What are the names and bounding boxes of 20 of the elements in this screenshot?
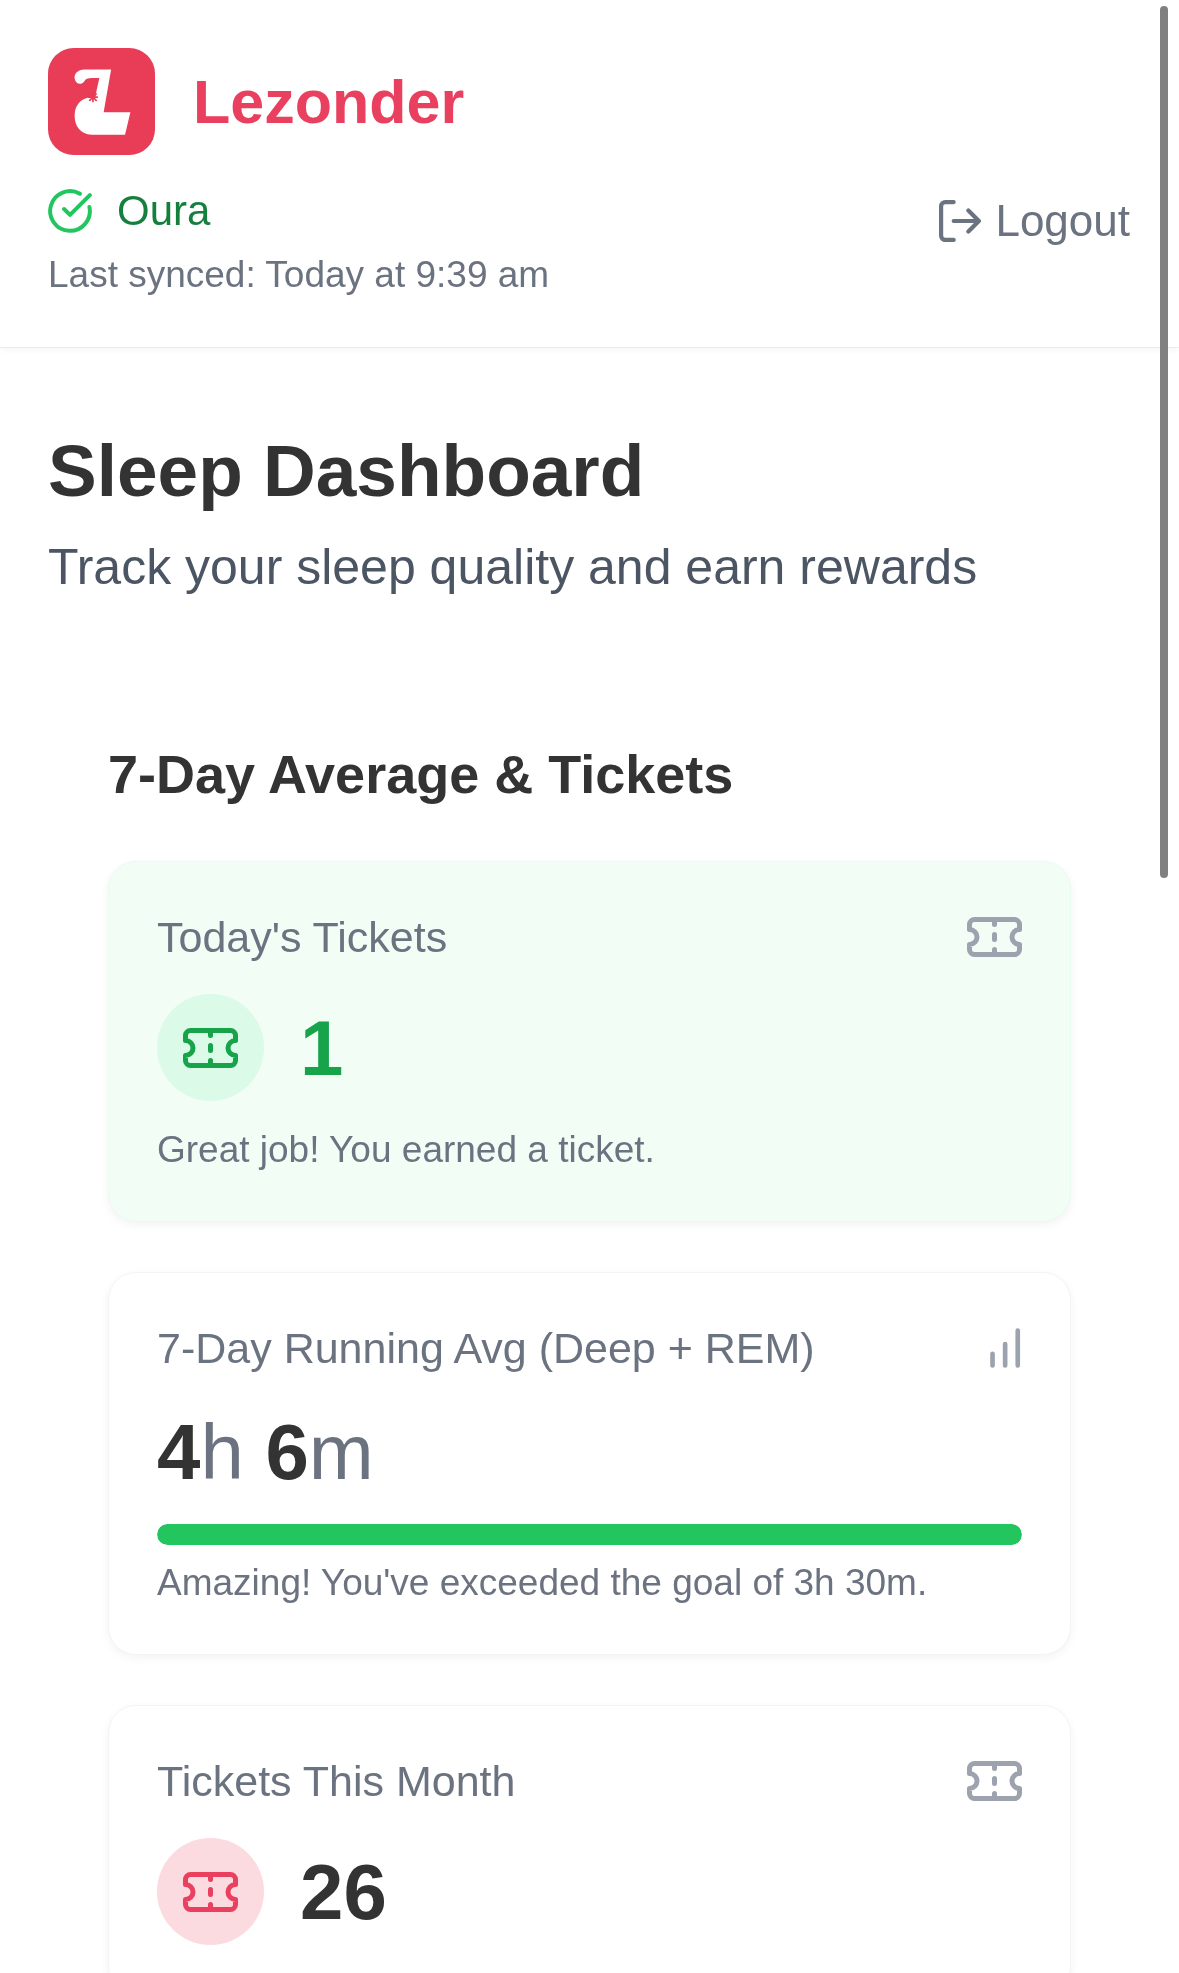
logout-icon [939,200,982,242]
duration-value: 4h 6m [157,1413,374,1491]
card-title: Today's Tickets [157,912,448,962]
brand-name: Lezonder [193,66,465,137]
ticket-icon [967,1761,1022,1801]
ticket-count: 1 [300,1008,344,1087]
section-title: 7-Day Average & Tickets [108,743,734,806]
page-title: Sleep Dashboard [48,429,645,513]
card-message: Great job! You earned a ticket. [157,1128,655,1172]
card-title: 7-Day Running Avg (Deep + REM) [157,1323,815,1373]
ticket-count: 26 [300,1852,387,1931]
page-subtitle: Track your sleep quality and earn rewards [48,538,978,597]
sync-status: Last synced: Today at 9:39 am [48,253,550,297]
ticket-icon [967,917,1022,957]
card-title: Tickets This Month [157,1756,516,1806]
card-message: Amazing! You've exceeded the goal of 3h 30m. [157,1561,928,1605]
logo-icon [48,48,155,155]
provider-name: Oura [117,189,211,233]
bar-chart-icon [989,1328,1022,1368]
logout-button[interactable]: Logout [939,196,1130,246]
